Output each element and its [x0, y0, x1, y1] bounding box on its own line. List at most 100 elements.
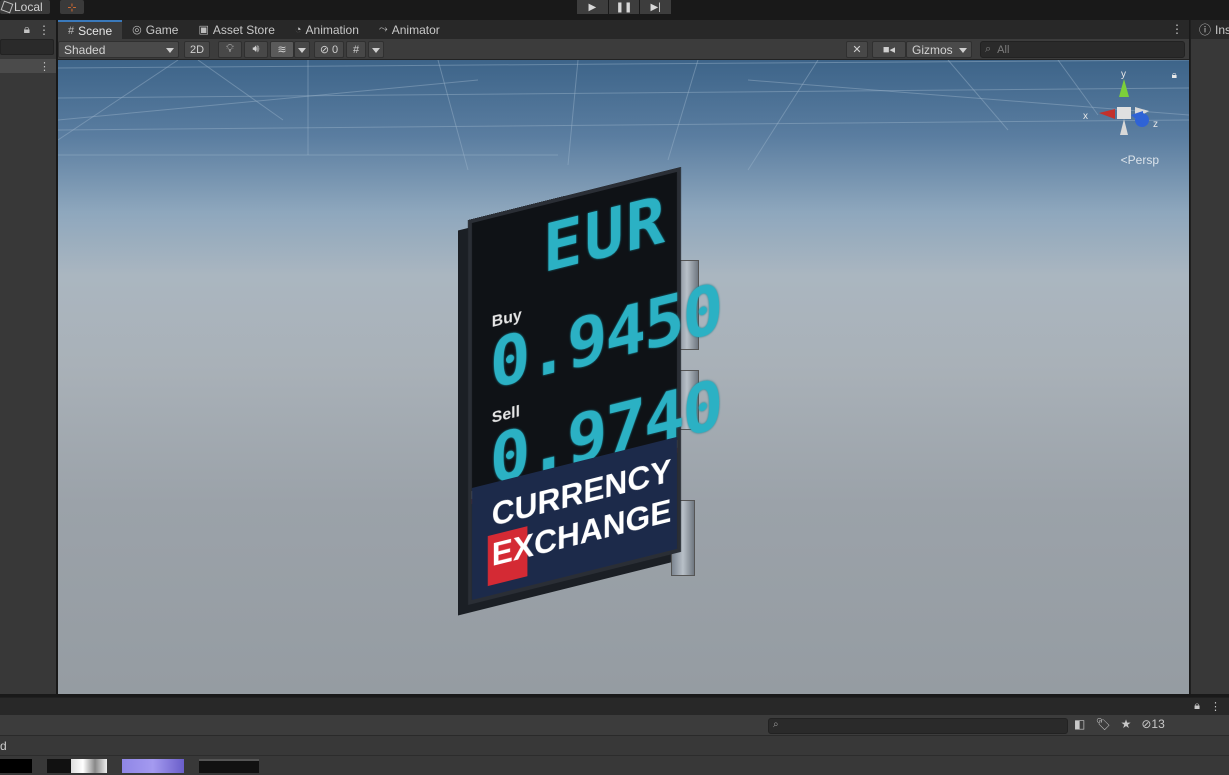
play-icon: ▶ [588, 1, 597, 13]
asset-thumbnail[interactable] [122, 759, 184, 773]
scene-panel: # Scene ◎ Game ▣ Asset Store ◔ Animation… [58, 20, 1189, 694]
hidden-eye-icon: ⊘ [1141, 717, 1152, 731]
tab-game[interactable]: ◎ Game [122, 20, 188, 39]
gizmo-lock-icon[interactable]: 🔒︎ [1172, 70, 1177, 81]
scene-effects-toggle[interactable]: ≋ [270, 41, 294, 58]
tab-label: Animator [391, 22, 440, 37]
hierarchy-scene-row[interactable]: ⋮ [0, 59, 56, 73]
chevron-down-icon [372, 48, 380, 53]
projection-icon: < [1120, 153, 1128, 167]
pivot-rotation-label: Local [14, 0, 43, 14]
scene-visibility-toggle[interactable]: ⊘ 0 [314, 41, 344, 58]
camera-icon: ■◂ [882, 44, 896, 56]
tools-button[interactable]: ✕ [846, 41, 868, 58]
tab-label: Asset Store [212, 22, 275, 37]
2d-label: 2D [189, 43, 205, 56]
orientation-gizmo[interactable]: y x z [1079, 67, 1169, 167]
project-toolbar: ⌕ ◧ 🏷︎ ★ ⊘13 [0, 715, 1229, 736]
currency-code: EUR [543, 180, 668, 289]
wrench-icon: ✕ [852, 44, 862, 56]
tab-label: Ins [1215, 22, 1229, 37]
scene-audio-toggle[interactable]: 🔊︎ [244, 41, 268, 58]
lightbulb-icon: 💡︎ [226, 43, 234, 55]
search-placeholder: All [997, 43, 1010, 56]
lock-icon[interactable]: 🔒︎ [1194, 700, 1200, 713]
hidden-packages-count: 13 [1151, 717, 1165, 731]
scene-view-toolbar: Shaded 2D 💡︎ 🔊︎ ≋ ⊘ 0 # ✕ ■◂ Gizmos ⌕ Al… [58, 39, 1189, 60]
step-button[interactable]: ▶| [640, 0, 672, 14]
asset-thumbnail[interactable] [199, 759, 259, 773]
gizmos-dropdown[interactable]: Gizmos [906, 41, 972, 58]
grid-dropdown[interactable] [368, 41, 384, 58]
state-machine-icon: ⤳ [378, 23, 388, 35]
tab-inspector[interactable]: ⓘ Ins [1191, 20, 1229, 39]
tab-asset-store[interactable]: ▣ Asset Store [188, 20, 284, 39]
hidden-packages-toggle[interactable]: ⊘13 [1141, 717, 1164, 731]
currency-sign-object[interactable]: EUR Buy 0.9450 Sell 0.9740 CURRENCY EXCH… [443, 166, 721, 650]
hierarchy-search-input[interactable] [0, 39, 54, 55]
project-header: 🔒︎ ⋮ [0, 698, 1229, 715]
chevron-down-icon [959, 48, 967, 53]
tab-animator[interactable]: ⤳ Animator [369, 20, 450, 39]
local-space-icon [0, 0, 14, 14]
editor-tab-bar: # Scene ◎ Game ▣ Asset Store ◔ Animation… [58, 20, 1189, 39]
asset-thumbnail[interactable] [0, 759, 32, 773]
inspector-panel: ⓘ Ins [1190, 20, 1229, 694]
projection-label: Persp [1127, 153, 1159, 167]
shading-mode-dropdown[interactable]: Shaded [58, 41, 179, 58]
hierarchy-header: 🔒︎ ⋮ [0, 20, 56, 39]
layers-icon: ≋ [277, 44, 287, 56]
playmode-controls: ▶ ❚❚ ▶| [577, 0, 672, 14]
panel-menu-icon[interactable]: ⋮ [38, 23, 50, 37]
tab-label: Scene [78, 23, 113, 38]
step-icon: ▶| [650, 1, 661, 13]
panel-menu-icon[interactable]: ⋮ [1171, 22, 1183, 36]
chevron-down-icon [166, 48, 174, 53]
tab-label: Game [145, 22, 179, 37]
hidden-count: 0 [332, 43, 339, 56]
gizmos-label: Gizmos [912, 42, 953, 57]
effects-dropdown[interactable] [294, 41, 310, 58]
pivot-rotation-toggle[interactable]: Local [0, 0, 50, 14]
grid-toggle[interactable]: # [346, 41, 366, 58]
lock-icon[interactable]: 🔒︎ [24, 22, 30, 37]
tab-animation[interactable]: ◔ Animation [285, 20, 369, 39]
projection-toggle[interactable]: <Persp [1121, 153, 1159, 167]
axis-y-label: y [1121, 69, 1126, 80]
2d-mode-toggle[interactable]: 2D [184, 41, 210, 58]
info-icon: ⓘ [1199, 23, 1212, 37]
search-icon: ⌕ [773, 719, 779, 730]
gamepad-icon: ◎ [132, 24, 142, 36]
hierarchy-panel: 🔒︎ ⋮ ⋮ [0, 20, 56, 694]
currency-sign-face: EUR Buy 0.9450 Sell 0.9740 CURRENCY EXCH… [468, 166, 721, 605]
chevron-down-icon [298, 48, 306, 53]
grid-snap-icon: ⊹ [67, 1, 77, 14]
filter-by-label-icon[interactable]: 🏷︎ [1095, 717, 1110, 731]
tab-label: Animation [305, 22, 359, 37]
project-search-input[interactable]: ⌕ [768, 718, 1068, 734]
project-breadcrumb: d [0, 736, 1229, 756]
project-filter-icons: ◧ 🏷︎ ★ ⊘13 [1074, 717, 1165, 731]
camera-settings-button[interactable]: ■◂ [872, 41, 906, 58]
axis-z-label: z [1153, 119, 1158, 130]
scene-menu-icon[interactable]: ⋮ [39, 60, 50, 73]
pause-button[interactable]: ❚❚ [608, 0, 640, 14]
shopping-bag-icon: ▣ [198, 24, 209, 36]
pause-icon: ❚❚ [615, 1, 633, 13]
filter-by-type-icon[interactable]: ◧ [1074, 717, 1085, 731]
snap-settings-button[interactable]: ⊹ [60, 0, 84, 14]
play-button[interactable]: ▶ [577, 0, 608, 14]
scene-lighting-toggle[interactable]: 💡︎ [218, 41, 242, 58]
main-toolbar: Local ⊹ ▶ ❚❚ ▶| [0, 0, 1229, 18]
favorites-star-icon[interactable]: ★ [1121, 717, 1132, 731]
asset-thumbnail[interactable] [47, 759, 107, 773]
scene-grid-icon: # [68, 24, 75, 37]
tab-scene[interactable]: # Scene [58, 20, 123, 39]
search-icon: ⌕ [985, 43, 992, 55]
clock-icon: ◔ [294, 23, 302, 36]
scene-search-input[interactable]: ⌕ All [980, 41, 1185, 58]
breadcrumb-item[interactable]: d [0, 739, 7, 753]
axis-x-label: x [1083, 111, 1088, 122]
scene-viewport[interactable]: EUR Buy 0.9450 Sell 0.9740 CURRENCY EXCH… [58, 60, 1189, 694]
panel-menu-icon[interactable]: ⋮ [1210, 700, 1221, 713]
